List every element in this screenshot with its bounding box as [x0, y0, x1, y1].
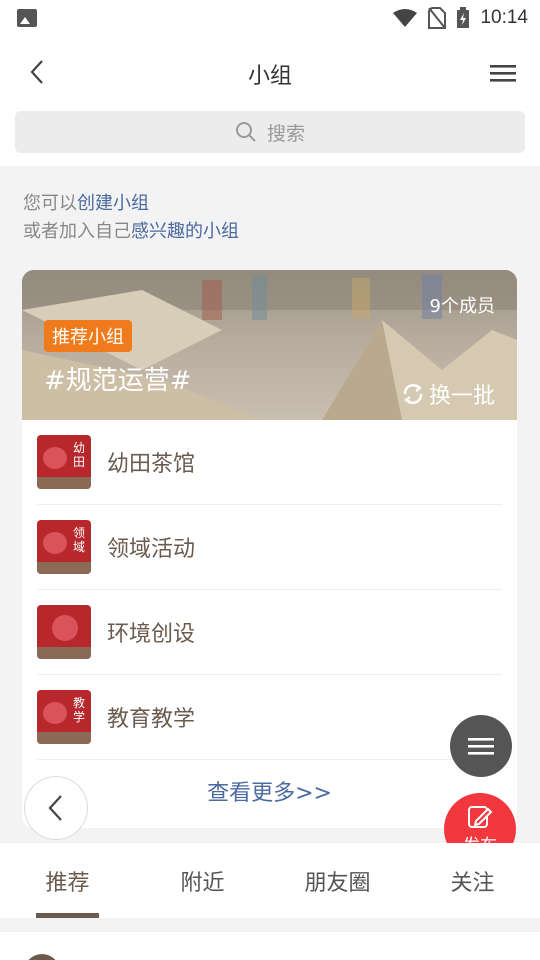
- banner: 9个成员 推荐小组 #规范运营# 换一批: [22, 270, 517, 420]
- tab-recommended[interactable]: 推荐: [0, 843, 135, 918]
- tab-bar: 推荐 附近 朋友圈 关注: [0, 843, 540, 918]
- recommended-tag: 推荐小组: [44, 320, 132, 352]
- intro-prefix-2: 或者加入自己: [23, 221, 131, 242]
- feed-preview: [0, 932, 540, 960]
- search-input[interactable]: 搜索: [15, 111, 525, 153]
- intro-line-2: 或者加入自己感兴趣的小组: [23, 218, 239, 246]
- search-placeholder: 搜索: [266, 122, 305, 145]
- group-item[interactable]: 环境创设: [37, 590, 502, 675]
- status-bar: 10:14: [0, 0, 540, 36]
- intro-text: 您可以创建小组 或者加入自己感兴趣的小组: [23, 190, 239, 246]
- interest-group-link[interactable]: 感兴趣的小组: [131, 221, 239, 242]
- battery-charging-icon: [457, 7, 470, 28]
- refresh-button[interactable]: 换一批: [401, 378, 495, 410]
- thumb-text: 领域: [73, 526, 86, 554]
- no-sim-icon: [428, 7, 447, 29]
- search-icon: [235, 122, 256, 142]
- back-arrow-icon: [48, 795, 62, 821]
- recommended-groups-card: 9个成员 推荐小组 #规范运营# 换一批 幼田 幼田茶馆 领域 领域活动 环境创…: [22, 270, 517, 828]
- view-more-link[interactable]: 查看更多>>: [22, 775, 517, 807]
- group-thumbnail: 教学: [37, 690, 91, 744]
- member-count: 9个成员: [429, 296, 495, 317]
- group-list: 幼田 幼田茶馆 领域 领域活动 环境创设 教学 教育教学: [37, 420, 502, 760]
- wifi-icon: [393, 9, 418, 27]
- intro-prefix-1: 您可以: [23, 193, 77, 214]
- floating-menu-button[interactable]: [450, 715, 512, 777]
- avatar[interactable]: [24, 954, 60, 960]
- group-thumbnail: 幼田: [37, 435, 91, 489]
- group-item[interactable]: 领域 领域活动: [37, 505, 502, 590]
- group-thumbnail: [37, 605, 91, 659]
- group-name: 领域活动: [107, 537, 196, 562]
- group-thumbnail: 领域: [37, 520, 91, 574]
- refresh-icon: [403, 384, 423, 404]
- menu-icon: [468, 738, 494, 755]
- refresh-label: 换一批: [428, 384, 495, 409]
- image-icon: [17, 9, 37, 27]
- page-title: 小组: [247, 64, 292, 89]
- thumb-text: 教学: [73, 696, 86, 724]
- group-item[interactable]: 教学 教育教学: [37, 675, 502, 760]
- intro-line-1: 您可以创建小组: [23, 190, 239, 218]
- group-topic: #规范运营#: [44, 366, 192, 396]
- thumb-text: 幼田: [73, 441, 86, 469]
- floating-back-button[interactable]: [24, 776, 88, 840]
- menu-icon[interactable]: [490, 62, 516, 84]
- group-name: 教育教学: [107, 707, 196, 732]
- tab-nearby[interactable]: 附近: [135, 843, 270, 918]
- search-bar: 搜索: [0, 108, 540, 166]
- status-icons: 10:14: [392, 6, 528, 30]
- edit-icon: [468, 806, 493, 828]
- create-group-link[interactable]: 创建小组: [77, 193, 149, 214]
- clock: 10:14: [480, 7, 528, 28]
- group-name: 环境创设: [107, 622, 196, 647]
- tab-following[interactable]: 关注: [405, 843, 540, 918]
- tab-friends-circle[interactable]: 朋友圈: [270, 843, 405, 918]
- group-name: 幼田茶馆: [107, 452, 196, 477]
- header: 小组: [0, 36, 540, 108]
- group-item[interactable]: 幼田 幼田茶馆: [37, 420, 502, 505]
